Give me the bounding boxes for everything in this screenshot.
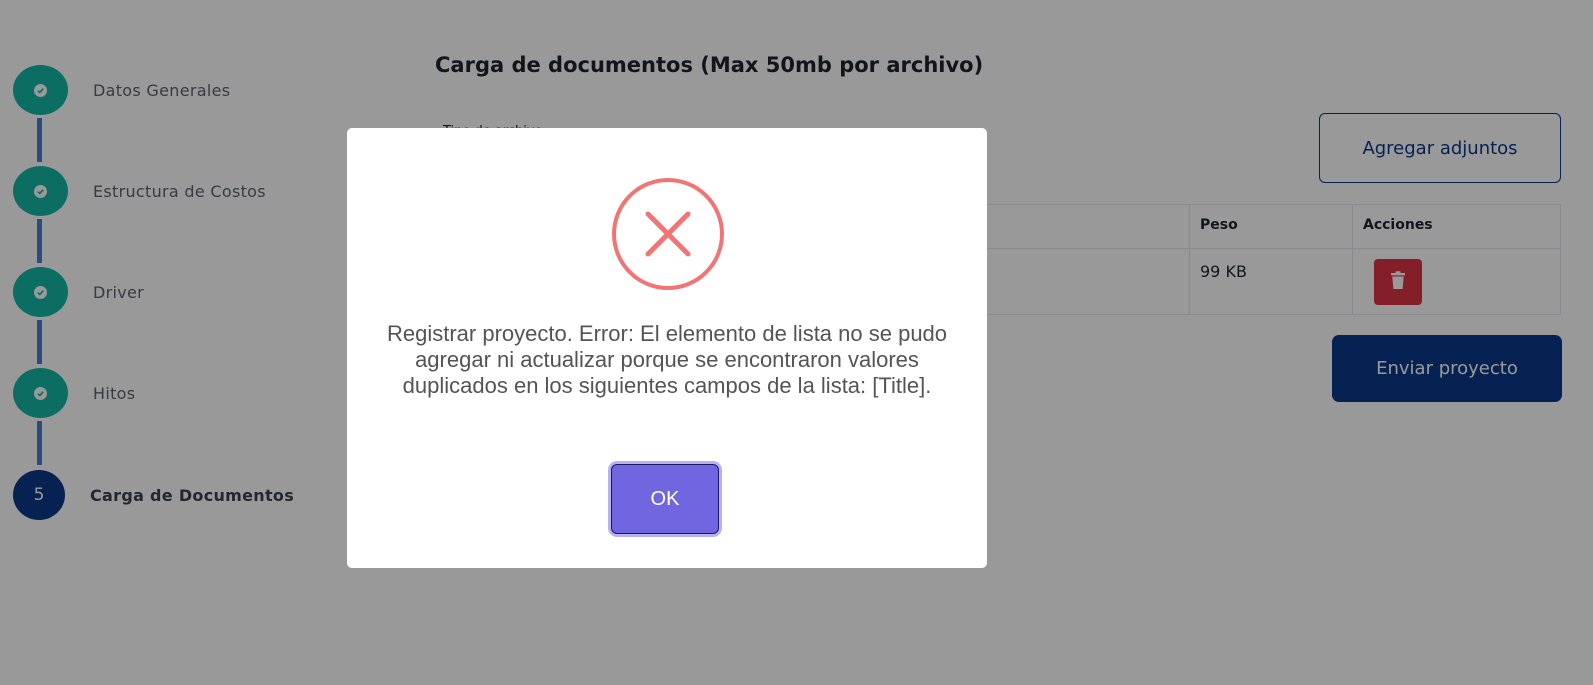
- error-message: Registrar proyecto. Error: El elemento d…: [386, 321, 948, 398]
- error-x-icon: [612, 178, 724, 290]
- error-dialog: Registrar proyecto. Error: El elemento d…: [347, 128, 987, 568]
- ok-button[interactable]: OK: [611, 464, 719, 534]
